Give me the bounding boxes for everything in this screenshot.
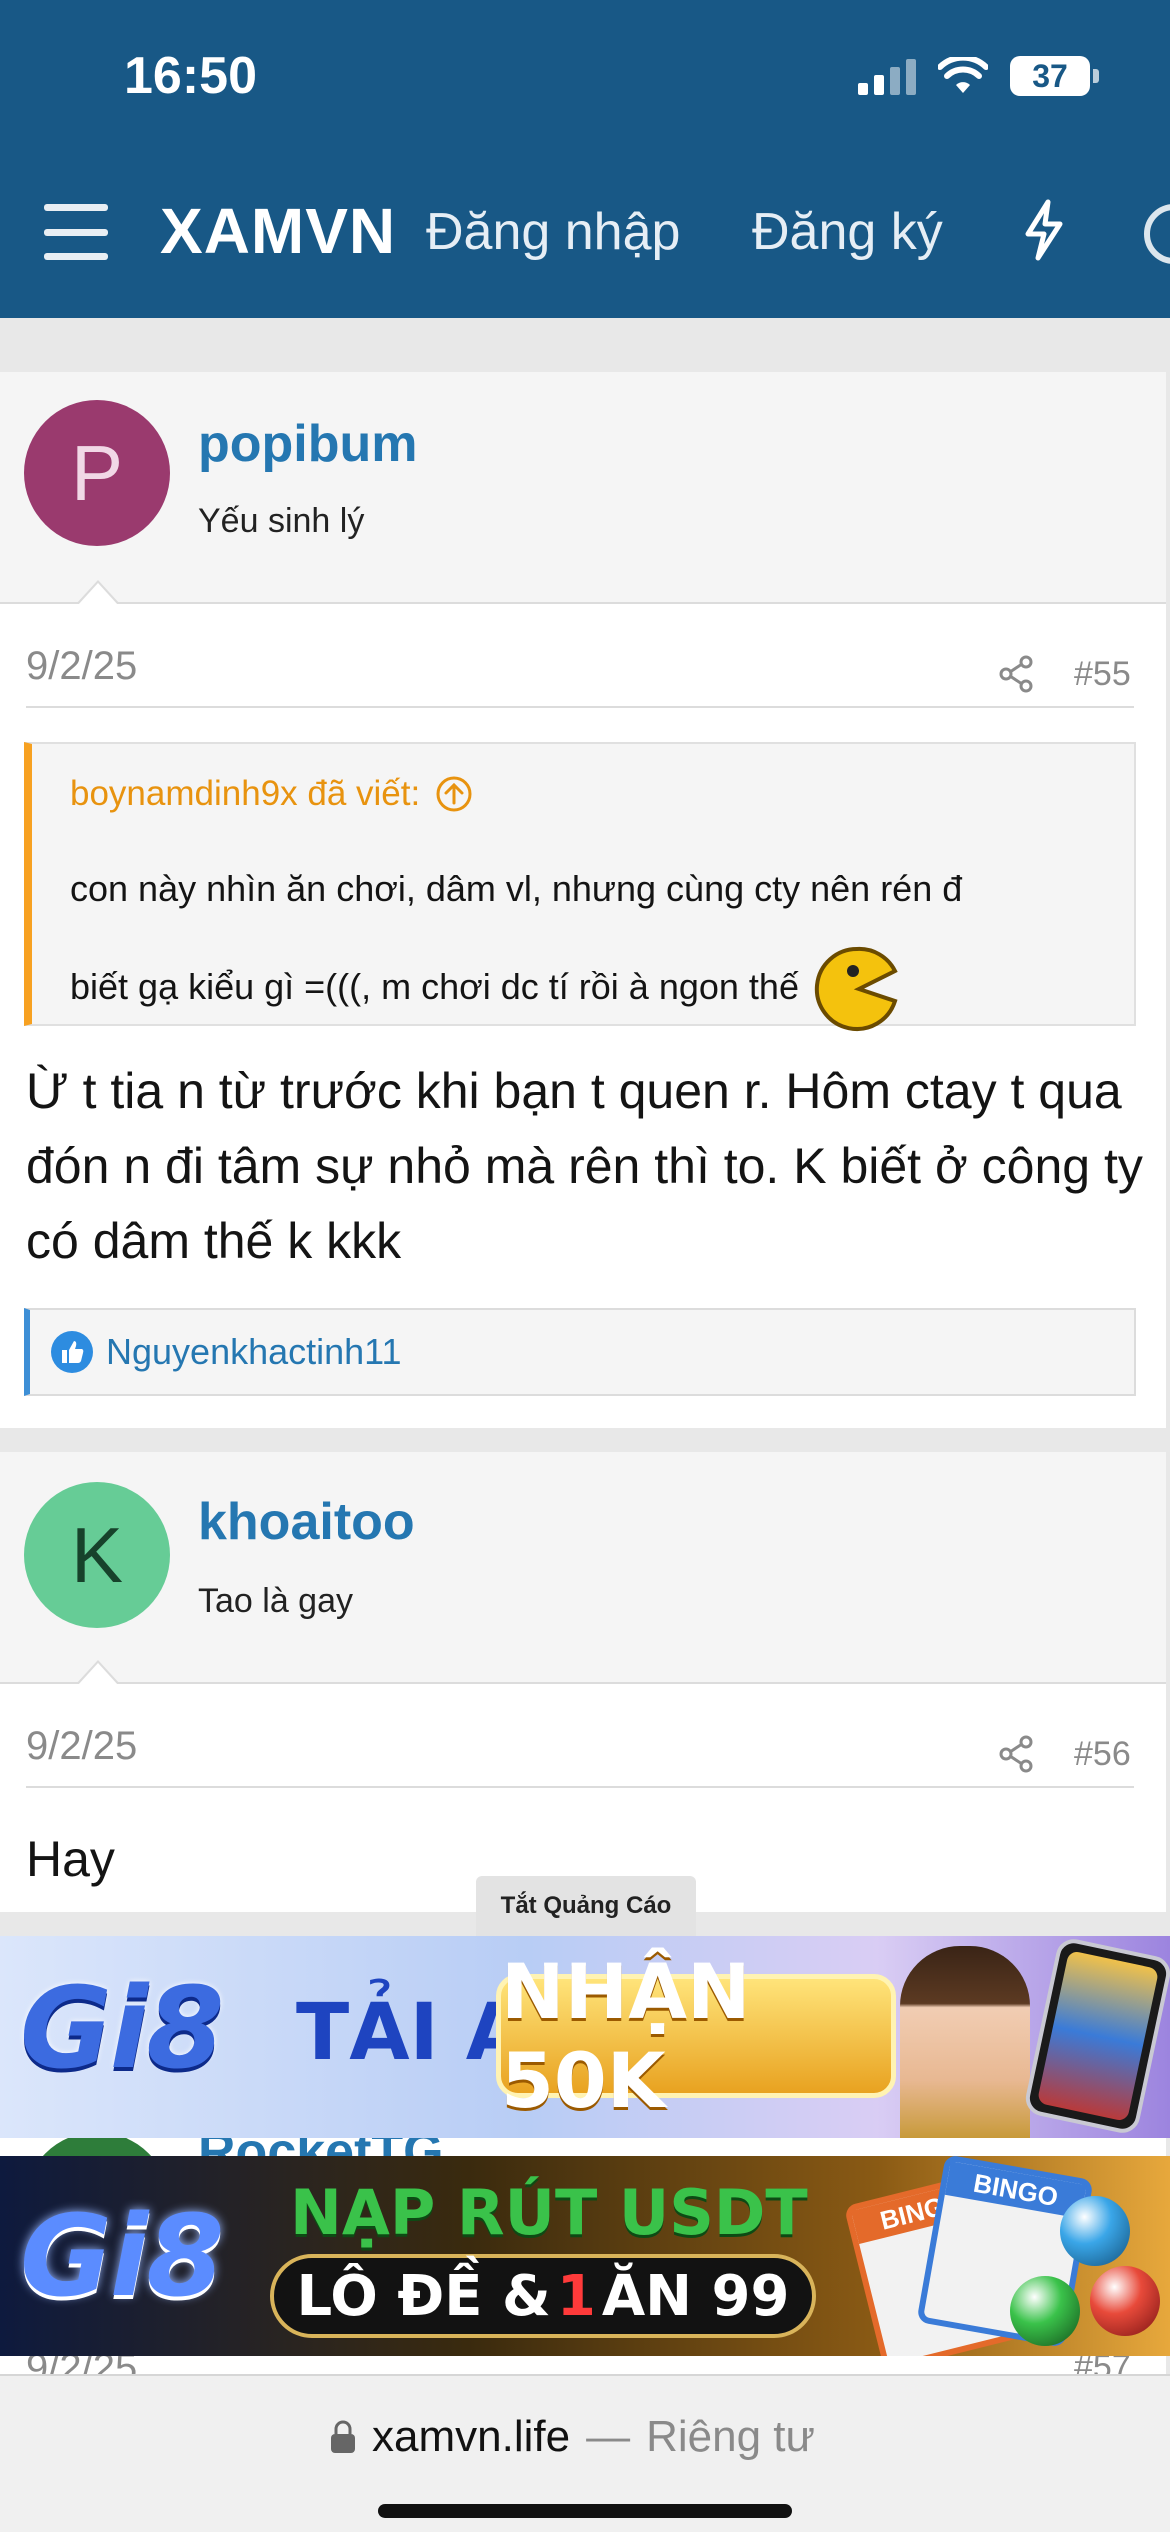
username[interactable]: khoaitoo xyxy=(198,1492,415,1552)
url-display[interactable]: xamvn.life — Riêng tư xyxy=(330,2412,815,2462)
divider xyxy=(26,706,1134,708)
quote-body: con này nhìn ăn chơi, dâm vl, nhưng cùng… xyxy=(70,840,1130,1037)
bingo-ball-image xyxy=(1090,2266,1160,2336)
bingo-ball-image xyxy=(1060,2196,1130,2266)
register-link[interactable]: Đăng ký xyxy=(752,202,943,262)
bingo-ball-image xyxy=(1010,2276,1080,2346)
post-author-block: P popibum Yếu sinh lý xyxy=(0,372,1166,605)
divider xyxy=(26,1786,1134,1788)
quote-author[interactable]: boynamdinh9x đã viết: xyxy=(70,774,420,814)
ad-banner-app[interactable]: Gi8 TẢI APP NHẬN 50K xyxy=(0,1936,1170,2138)
site-header: 16:50 37 XAMVN Đăng nhập Đăng ký xyxy=(0,0,1170,318)
status-icons: 37 xyxy=(858,56,1099,96)
ad-pill: LÔ ĐỀ & 1 ĂN 99 xyxy=(270,2254,816,2338)
url-privacy-label: Riêng tư xyxy=(646,2412,815,2461)
ad-brand-logo: Gi8 xyxy=(20,1964,224,2094)
top-nav: XAMVN Đăng nhập Đăng ký xyxy=(0,190,1170,270)
user-title: Tao là gay xyxy=(198,1582,353,1620)
quote-block: boynamdinh9x đã viết: con này nhìn ăn ch… xyxy=(24,742,1136,1032)
post-text: Ừ t tia n từ trước khi bạn t quen r. Hôm… xyxy=(26,1063,1143,1269)
author-notch xyxy=(76,1660,120,1685)
ad-pill-text: LÔ ĐỀ & xyxy=(296,2263,551,2329)
battery-icon: 37 xyxy=(1010,56,1099,96)
ad-banner-usdt[interactable]: Gi8 NẠP RÚT USDT LÔ ĐỀ & 1 ĂN 99 BINGO B… xyxy=(0,2156,1170,2356)
username[interactable]: popibum xyxy=(198,414,418,474)
ad-model-image xyxy=(900,1946,1030,2138)
pacman-smiley-icon xyxy=(814,947,898,1032)
home-indicator[interactable] xyxy=(378,2504,792,2518)
author-notch xyxy=(76,580,120,605)
site-logo[interactable]: XAMVN xyxy=(160,194,396,268)
cellular-signal-icon xyxy=(858,57,916,95)
reactions-bar[interactable]: Nguyenkhactinh11 xyxy=(24,1308,1136,1396)
wifi-icon xyxy=(938,57,988,93)
like-icon xyxy=(51,1331,93,1373)
url-domain: xamvn.life xyxy=(372,2412,571,2461)
ad-bonus-badge: NHẬN 50K xyxy=(496,1947,896,2125)
share-icon[interactable] xyxy=(996,654,1036,694)
avatar[interactable]: K xyxy=(24,1482,170,1628)
ad-phone-image xyxy=(1022,1936,1170,2137)
status-time: 16:50 xyxy=(124,47,257,105)
post-number[interactable]: #56 xyxy=(1074,1735,1131,1774)
menu-icon[interactable] xyxy=(44,204,108,260)
url-separator: — xyxy=(586,2412,631,2461)
post-author-block: K khoaitoo Tao là gay xyxy=(0,1452,1166,1685)
avatar[interactable]: P xyxy=(24,400,170,546)
ad-pill-text: ĂN 99 xyxy=(601,2263,790,2329)
ad-brand-logo: Gi8 xyxy=(20,2192,224,2322)
post-date[interactable]: 9/2/25 xyxy=(26,644,137,689)
ad-pill-highlight: 1 xyxy=(556,2263,596,2329)
quote-line-wrap: biết gạ kiểu gì =(((, m chơi dc tí rồi à… xyxy=(70,938,1130,1037)
quote-line: biết gạ kiểu gì =(((, m chơi dc tí rồi à… xyxy=(70,966,799,1007)
browser-address-bar[interactable]: xamvn.life — Riêng tư xyxy=(0,2374,1170,2532)
user-title: Yếu sinh lý xyxy=(198,502,365,540)
search-icon[interactable] xyxy=(1144,204,1170,264)
lock-icon xyxy=(331,2420,355,2453)
login-link[interactable]: Đăng nhập xyxy=(426,202,680,262)
quote-header[interactable]: boynamdinh9x đã viết: xyxy=(70,774,474,814)
ad-title: NẠP RÚT USDT xyxy=(290,2176,808,2249)
post-number[interactable]: #55 xyxy=(1074,655,1131,694)
quote-line: con này nhìn ăn chơi, dâm vl, nhưng cùng… xyxy=(70,868,963,909)
close-ads-button[interactable]: Tắt Quảng Cáo xyxy=(476,1876,696,1936)
go-to-quote-icon[interactable] xyxy=(434,774,474,814)
reaction-user[interactable]: Nguyenkhactinh11 xyxy=(106,1331,402,1373)
whats-new-bolt-icon[interactable] xyxy=(1018,198,1070,262)
post-date[interactable]: 9/2/25 xyxy=(26,1724,137,1769)
share-icon[interactable] xyxy=(996,1734,1036,1774)
